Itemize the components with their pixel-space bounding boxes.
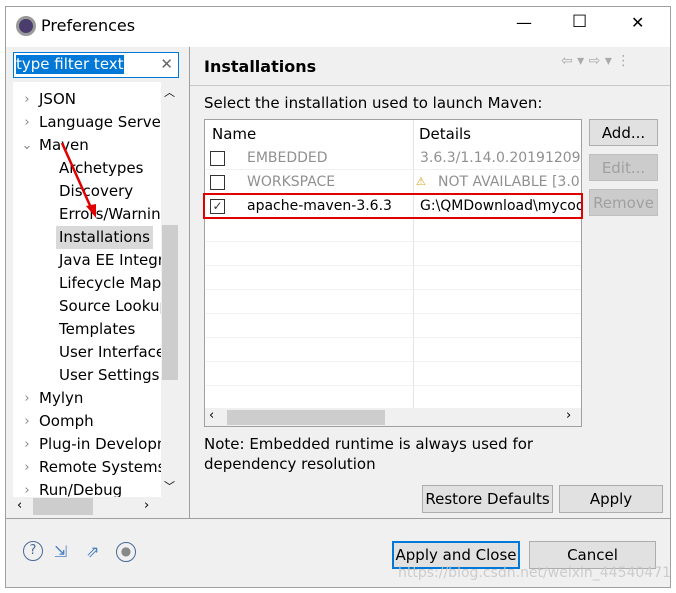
red-arrow-annotation [60, 142, 96, 218]
